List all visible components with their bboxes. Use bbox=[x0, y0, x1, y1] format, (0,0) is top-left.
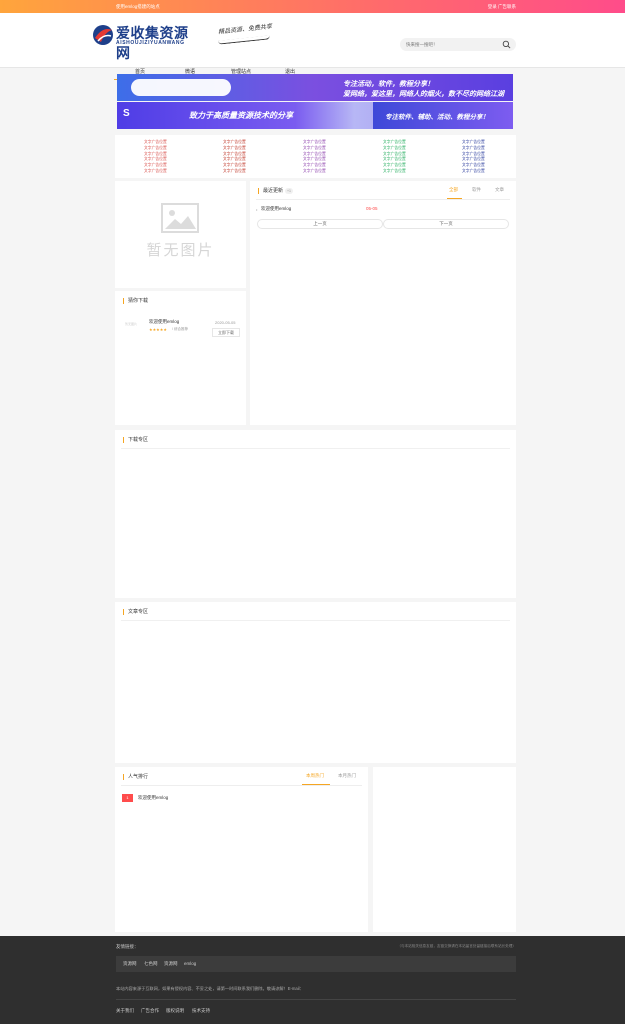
article-zone-panel: 文章专区 bbox=[115, 602, 516, 763]
footer-link-about[interactable]: 关于我们 bbox=[116, 1008, 134, 1014]
download-zone-title: 下载专区 bbox=[123, 437, 148, 443]
divider bbox=[121, 620, 510, 621]
banner-ad-2[interactable]: S 致力于高质量资源技术的分享 专注软件、辅助、活动、教程分享！ bbox=[117, 102, 513, 129]
text-ad-link[interactable]: 文字广告位置 bbox=[462, 169, 502, 175]
ads-column: 文字广告位置 文字广告位置 文字广告位置 文字广告位置 文字广告位置 文字广告位… bbox=[144, 140, 184, 175]
list-item-title[interactable]: 欢迎使用emlog bbox=[261, 206, 291, 212]
download-date: 2020-05-05 bbox=[215, 320, 236, 325]
friend-links-note: （与本站相关信息友链，友链交换请在本站留言处留链接后联系站长处理） bbox=[397, 944, 516, 948]
divider bbox=[121, 448, 510, 449]
no-image-text: 暂无图片 bbox=[146, 241, 215, 259]
tab-articles[interactable]: 文章 bbox=[495, 187, 504, 193]
download-zone-panel: 下载专区 bbox=[115, 430, 516, 598]
ads-column: 文字广告位置 文字广告位置 文字广告位置 文字广告位置 文字广告位置 文字广告位… bbox=[303, 140, 343, 175]
search-box bbox=[400, 38, 516, 51]
site-logo[interactable]: 爱收集资源网 AISHOUJIZIYUANWANG bbox=[92, 21, 197, 61]
banner-1-line-2: 爱网络，爱这里，网络人的烟火，数不尽的网络江湖 bbox=[343, 91, 504, 98]
rating-stars-icon: ★★★★★ bbox=[149, 327, 167, 332]
friend-link[interactable]: 资源网 bbox=[164, 961, 178, 967]
download-now-button[interactable]: 立即下载 bbox=[212, 328, 240, 337]
footer-link-support[interactable]: 技术支持 bbox=[192, 1008, 210, 1014]
bullet-icon: • bbox=[256, 207, 258, 212]
banner-ad-1[interactable]: 专注活动，软件，教程分享！ 爱网络，爱这里，网络人的烟火，数不尽的网络江湖 bbox=[117, 74, 513, 101]
ads-column: 文字广告位置 文字广告位置 文字广告位置 文字广告位置 文字广告位置 文字广告位… bbox=[383, 140, 423, 175]
friend-link[interactable]: 资源网 bbox=[123, 961, 137, 967]
logo-text-en: AISHOUJIZIYUANWANG bbox=[116, 40, 185, 46]
top-bar: 使用emlog搭建的站点 登录 广告联系 bbox=[0, 0, 625, 13]
text-ad-link[interactable]: 文字广告位置 bbox=[303, 169, 343, 175]
divider bbox=[256, 199, 510, 200]
slogan: 精品资源、免费共享 bbox=[217, 23, 273, 36]
text-ad-link[interactable]: 文字广告位置 bbox=[223, 169, 263, 175]
latest-title: 最近更新 bbox=[258, 188, 283, 194]
tab-weekly-hot[interactable]: 本周热门 bbox=[306, 773, 324, 779]
ranking-item-title[interactable]: 欢迎使用emlog bbox=[138, 795, 168, 801]
recommended-downloads-panel: 猜你下载 暂无图片 欢迎使用emlog 2020-05-05 ★★★★★ / 综… bbox=[115, 291, 246, 425]
divider bbox=[121, 785, 362, 786]
ads-column: 文字广告位置 文字广告位置 文字广告位置 文字广告位置 文字广告位置 文字广告位… bbox=[462, 140, 502, 175]
prev-page-button[interactable]: 上一页 bbox=[257, 219, 383, 229]
top-bar-login-links[interactable]: 登录 广告联系 bbox=[488, 0, 516, 13]
article-zone-title: 文章专区 bbox=[123, 609, 148, 615]
popularity-ranking-panel: 人气排行 本周热门 本月热门 1 欢迎使用emlog bbox=[115, 767, 368, 932]
tab-all[interactable]: 全部 bbox=[449, 187, 458, 193]
next-page-button[interactable]: 下一页 bbox=[383, 219, 509, 229]
text-ad-link[interactable]: 文字广告位置 bbox=[144, 169, 184, 175]
search-icon[interactable] bbox=[502, 40, 511, 49]
list-item[interactable]: • 欢迎使用emlog 05-05 bbox=[256, 205, 506, 213]
friend-links-label: 友情链接： bbox=[116, 944, 139, 949]
friend-link[interactable]: 七色网 bbox=[144, 961, 158, 967]
featured-image-placeholder[interactable]: 暂无图片 bbox=[115, 181, 246, 288]
slogan-underline bbox=[217, 35, 271, 45]
text-ads-grid: 文字广告位置 文字广告位置 文字广告位置 文字广告位置 文字广告位置 文字广告位… bbox=[115, 135, 516, 178]
download-title[interactable]: 欢迎使用emlog bbox=[149, 319, 179, 325]
text-ad-link[interactable]: 文字广告位置 bbox=[383, 169, 423, 175]
friend-links-bar: 资源网 七色网 资源网 emlog bbox=[116, 956, 516, 972]
banner-2-left-text: 致力于高质量资源技术的分享 bbox=[189, 111, 293, 120]
footer-link-copyright[interactable]: 版权说明 bbox=[166, 1008, 184, 1014]
image-placeholder-icon bbox=[161, 203, 199, 233]
tab-software[interactable]: 软件 bbox=[472, 187, 481, 193]
footer-divider bbox=[116, 999, 516, 1000]
banner-2-right-text: 专注软件、辅助、活动、教程分享！ bbox=[385, 114, 489, 121]
top-bar-notice: 使用emlog搭建的站点 bbox=[116, 4, 160, 9]
site-header: 爱收集资源网 AISHOUJIZIYUANWANG 精品资源、免费共享 首页 微… bbox=[0, 13, 625, 80]
disclaimer-text: 本站内容来源于互联网，如果有侵权内容、不妥之处，请第一时间联系我们删除。敬请谅解… bbox=[116, 986, 304, 991]
download-thumbnail[interactable]: 暂无图片 bbox=[123, 318, 139, 331]
footer-link-ads[interactable]: 广告合作 bbox=[141, 1008, 159, 1014]
latest-count-badge: +1 bbox=[285, 188, 293, 194]
banner-1-line-1: 专注活动，软件，教程分享！ bbox=[343, 81, 434, 88]
sidebar-panel bbox=[373, 767, 516, 932]
rank-badge: 1 bbox=[122, 794, 133, 802]
recommended-title: 猜你下载 bbox=[123, 298, 148, 304]
list-item-date: 05-05 bbox=[366, 206, 378, 211]
ranking-title: 人气排行 bbox=[123, 774, 148, 780]
banner-s-icon: S bbox=[123, 108, 130, 119]
banner-pill bbox=[131, 79, 231, 96]
search-input[interactable] bbox=[406, 40, 496, 49]
site-footer: 友情链接： （与本站相关信息友链，友链交换请在本站留言处留链接后联系站长处理） … bbox=[0, 936, 625, 1024]
ads-column: 文字广告位置 文字广告位置 文字广告位置 文字广告位置 文字广告位置 文字广告位… bbox=[223, 140, 263, 175]
logo-mark-icon bbox=[93, 25, 113, 45]
tab-monthly-hot[interactable]: 本月热门 bbox=[338, 773, 356, 779]
friend-link[interactable]: emlog bbox=[184, 961, 196, 966]
latest-updates-panel: 最近更新 +1 全部 软件 文章 • 欢迎使用emlog 05-05 上一页 下… bbox=[250, 181, 516, 425]
download-meta: / 综合推荐 bbox=[172, 327, 188, 331]
